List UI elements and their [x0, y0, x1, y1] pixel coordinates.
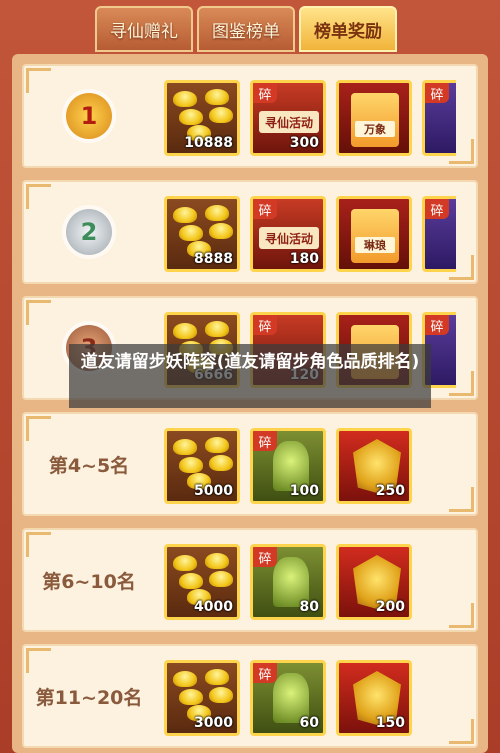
item-quantity: 250 — [375, 483, 405, 499]
reward-row: 第6~10名 4000 碎 80 200 — [22, 528, 478, 632]
ingot-shape — [205, 321, 229, 337]
rank-cell: 第11~20名 — [24, 646, 154, 746]
ingot-shape — [209, 223, 233, 239]
ingot-shape — [173, 439, 197, 455]
ingot-shape — [173, 555, 197, 571]
gold-ingot-icon[interactable]: 5000 — [164, 428, 240, 504]
card-label: 万象 — [355, 121, 395, 137]
scroll-label: 寻仙活动 — [259, 111, 319, 133]
reward-items: 5000 碎 100 250 — [164, 428, 412, 504]
item-quantity: 8888 — [194, 251, 233, 267]
reward-row: 第4~5名 5000 碎 100 250 — [22, 412, 478, 516]
fragment-tag: 碎 — [253, 315, 277, 335]
fragment-tag: 碎 — [425, 315, 449, 335]
gold-ingot-icon[interactable]: 8888 — [164, 196, 240, 272]
dragon-mask-icon[interactable]: 250 — [336, 428, 412, 504]
partial-reward-item[interactable]: 碎 — [422, 196, 456, 272]
scroll-icon[interactable]: 寻仙活动 碎 300 — [250, 80, 326, 156]
tab-bar: 寻仙赠礼 图鉴榜单 榜单奖励 — [95, 6, 397, 52]
ingot-shape — [179, 689, 203, 705]
reward-items: 10888 寻仙活动 碎 300 万象 碎 — [164, 80, 456, 156]
ingot-shape — [205, 205, 229, 221]
reward-items: 4000 碎 80 200 — [164, 544, 412, 620]
item-quantity: 4000 — [194, 599, 233, 615]
ingot-shape — [205, 89, 229, 105]
dragon-mask-icon[interactable]: 200 — [336, 544, 412, 620]
reward-row: 1 10888 寻仙活动 碎 300 万象 碎 — [22, 64, 478, 168]
ingot-shape — [179, 457, 203, 473]
card-icon[interactable]: 琳琅 — [336, 196, 412, 272]
ingot-shape — [179, 109, 203, 125]
tab-collection-ranking[interactable]: 图鉴榜单 — [197, 6, 295, 52]
item-quantity: 100 — [289, 483, 319, 499]
scroll-icon[interactable]: 寻仙活动 碎 180 — [250, 196, 326, 272]
card-icon[interactable]: 万象 — [336, 80, 412, 156]
item-quantity: 80 — [299, 599, 319, 615]
item-quantity: 10888 — [184, 135, 233, 151]
ingot-shape — [173, 671, 197, 687]
reward-items: 3000 碎 60 150 — [164, 660, 412, 736]
item-quantity: 150 — [375, 715, 405, 731]
character-portrait — [351, 209, 399, 263]
page-title-overlay: 道友请留步妖阵容(道友请留步角色品质排名) — [69, 344, 431, 408]
ingot-shape — [209, 571, 233, 587]
fragment-tag: 碎 — [253, 199, 277, 219]
rank-label: 第4~5名 — [48, 454, 130, 477]
tab-ranking-rewards[interactable]: 榜单奖励 — [299, 6, 397, 52]
rank-medal-icon: 1 — [66, 93, 112, 139]
fragment-tag: 碎 — [253, 83, 277, 103]
rank-cell: 第4~5名 — [24, 414, 154, 514]
scroll-label: 寻仙活动 — [259, 227, 319, 249]
item-quantity: 5000 — [194, 483, 233, 499]
ingot-shape — [173, 91, 197, 107]
ingot-shape — [209, 107, 233, 123]
item-quantity: 300 — [289, 135, 319, 151]
tab-gift[interactable]: 寻仙赠礼 — [95, 6, 193, 52]
gold-ingot-icon[interactable]: 3000 — [164, 660, 240, 736]
bell-icon[interactable]: 碎 100 — [250, 428, 326, 504]
reward-row: 2 8888 寻仙活动 碎 180 琳琅 碎 — [22, 180, 478, 284]
gold-ingot-icon[interactable]: 4000 — [164, 544, 240, 620]
fragment-tag: 碎 — [253, 663, 277, 683]
item-quantity: 60 — [299, 715, 319, 731]
fragment-tag: 碎 — [425, 199, 449, 219]
bell-icon[interactable]: 碎 60 — [250, 660, 326, 736]
partial-reward-item[interactable]: 碎 — [422, 80, 456, 156]
ingot-shape — [205, 669, 229, 685]
item-quantity: 180 — [289, 251, 319, 267]
rank-medal-icon: 2 — [66, 209, 112, 255]
fragment-tag: 碎 — [425, 83, 449, 103]
ingot-shape — [179, 225, 203, 241]
ingot-shape — [209, 455, 233, 471]
ingot-shape — [205, 437, 229, 453]
ingot-shape — [173, 207, 197, 223]
rank-cell: 1 — [24, 66, 154, 166]
fragment-tag: 碎 — [253, 431, 277, 451]
ingot-shape — [173, 323, 197, 339]
fragment-tag: 碎 — [253, 547, 277, 567]
item-quantity: 3000 — [194, 715, 233, 731]
bell-icon[interactable]: 碎 80 — [250, 544, 326, 620]
dragon-mask-icon[interactable]: 150 — [336, 660, 412, 736]
rank-cell: 第6~10名 — [24, 530, 154, 630]
reward-items: 8888 寻仙活动 碎 180 琳琅 碎 — [164, 196, 456, 272]
rank-label: 第11~20名 — [35, 686, 143, 709]
reward-row: 第11~20名 3000 碎 60 150 — [22, 644, 478, 748]
gold-ingot-icon[interactable]: 10888 — [164, 80, 240, 156]
card-label: 琳琅 — [355, 237, 395, 253]
ingot-shape — [209, 687, 233, 703]
ingot-shape — [179, 573, 203, 589]
item-quantity: 200 — [375, 599, 405, 615]
rank-label: 第6~10名 — [42, 570, 136, 593]
ingot-shape — [205, 553, 229, 569]
rank-cell: 2 — [24, 182, 154, 282]
character-portrait — [351, 93, 399, 147]
